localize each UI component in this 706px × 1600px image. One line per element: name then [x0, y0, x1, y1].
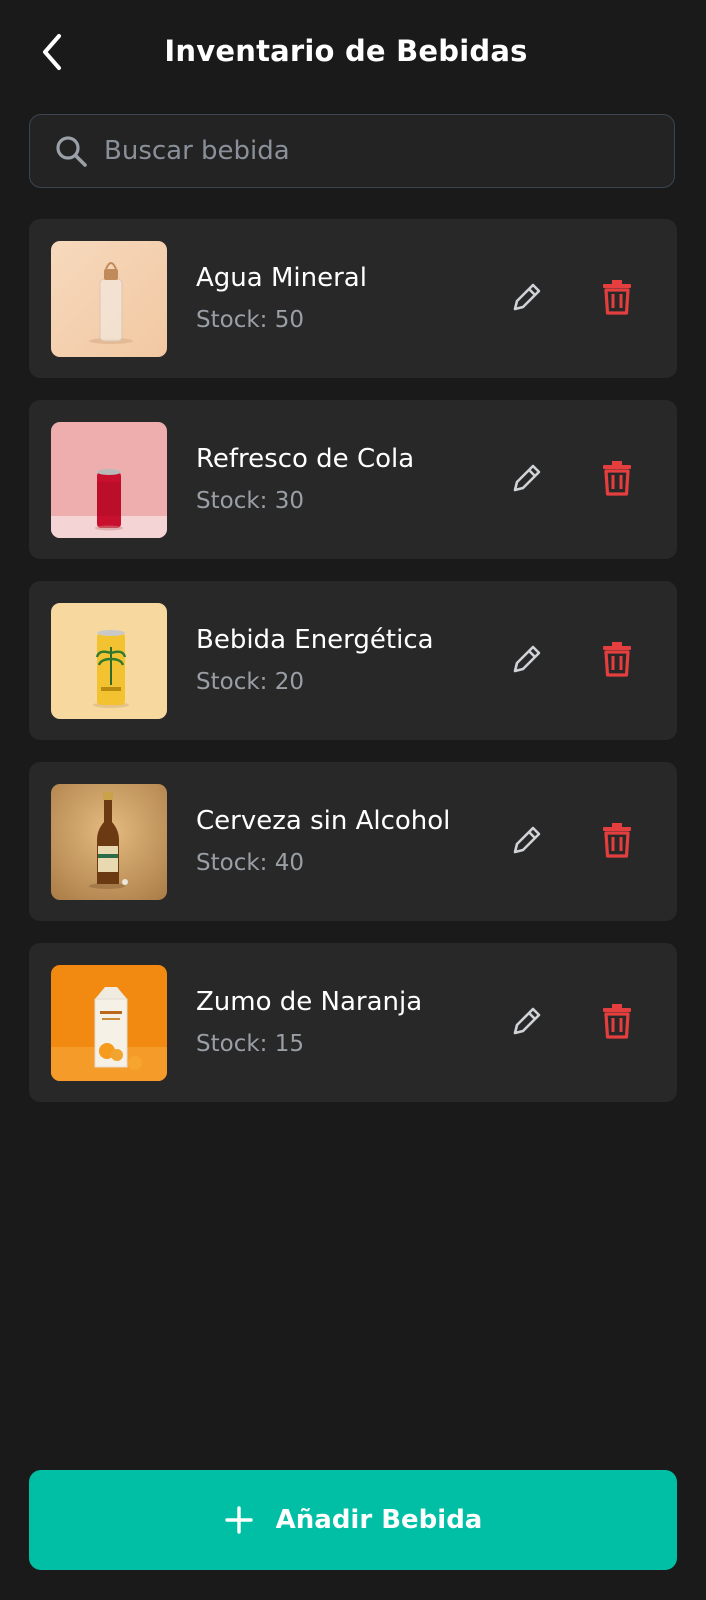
plus-icon: [224, 1505, 254, 1535]
drink-name: Zumo de Naranja: [196, 987, 423, 1017]
delete-button[interactable]: [589, 269, 645, 325]
trash-icon: [603, 823, 631, 858]
edit-button[interactable]: [499, 631, 555, 687]
pencil-icon: [513, 464, 541, 492]
drink-item[interactable]: Bebida Energética Stock: 20: [29, 581, 677, 740]
drink-stock: Stock: 15: [196, 1031, 304, 1057]
edit-button[interactable]: [499, 450, 555, 506]
delete-button[interactable]: [589, 450, 645, 506]
search-bar[interactable]: [29, 114, 675, 188]
drink-stock: Stock: 40: [196, 850, 304, 876]
drink-item[interactable]: Cerveza sin Alcohol Stock: 40: [29, 762, 677, 921]
search-icon: [54, 134, 88, 168]
delete-button[interactable]: [589, 993, 645, 1049]
drink-image-water-bottle: [51, 241, 167, 357]
add-drink-button[interactable]: Añadir Bebida: [29, 1470, 677, 1570]
drink-image-juice-carton: [51, 965, 167, 1081]
drink-image-yellow-can: [51, 603, 167, 719]
drink-stock: Stock: 20: [196, 669, 304, 695]
drink-image-red-can: [51, 422, 167, 538]
trash-icon: [603, 642, 631, 677]
delete-button[interactable]: [589, 812, 645, 868]
pencil-icon: [513, 826, 541, 854]
pencil-icon: [513, 1007, 541, 1035]
drink-list: Agua Mineral Stock: 50 Refresco de Cola …: [29, 219, 677, 1124]
delete-button[interactable]: [589, 631, 645, 687]
drink-name: Refresco de Cola: [196, 444, 415, 474]
edit-button[interactable]: [499, 993, 555, 1049]
trash-icon: [603, 280, 631, 315]
drink-item[interactable]: Zumo de Naranja Stock: 15: [29, 943, 677, 1102]
drink-stock: Stock: 50: [196, 307, 304, 333]
page-title: Inventario de Bebidas: [164, 34, 528, 68]
app-header: Inventario de Bebidas: [0, 0, 706, 110]
drink-name: Agua Mineral: [196, 263, 367, 293]
drink-name: Cerveza sin Alcohol: [196, 806, 451, 836]
drink-name: Bebida Energética: [196, 625, 434, 655]
drink-stock: Stock: 30: [196, 488, 304, 514]
pencil-icon: [513, 283, 541, 311]
search-input[interactable]: [102, 114, 674, 188]
drink-item[interactable]: Refresco de Cola Stock: 30: [29, 400, 677, 559]
trash-icon: [603, 1004, 631, 1039]
trash-icon: [603, 461, 631, 496]
add-drink-label: Añadir Bebida: [275, 1505, 483, 1535]
drink-item[interactable]: Agua Mineral Stock: 50: [29, 219, 677, 378]
edit-button[interactable]: [499, 269, 555, 325]
drink-image-beer-bottle: [51, 784, 167, 900]
edit-button[interactable]: [499, 812, 555, 868]
pencil-icon: [513, 645, 541, 673]
